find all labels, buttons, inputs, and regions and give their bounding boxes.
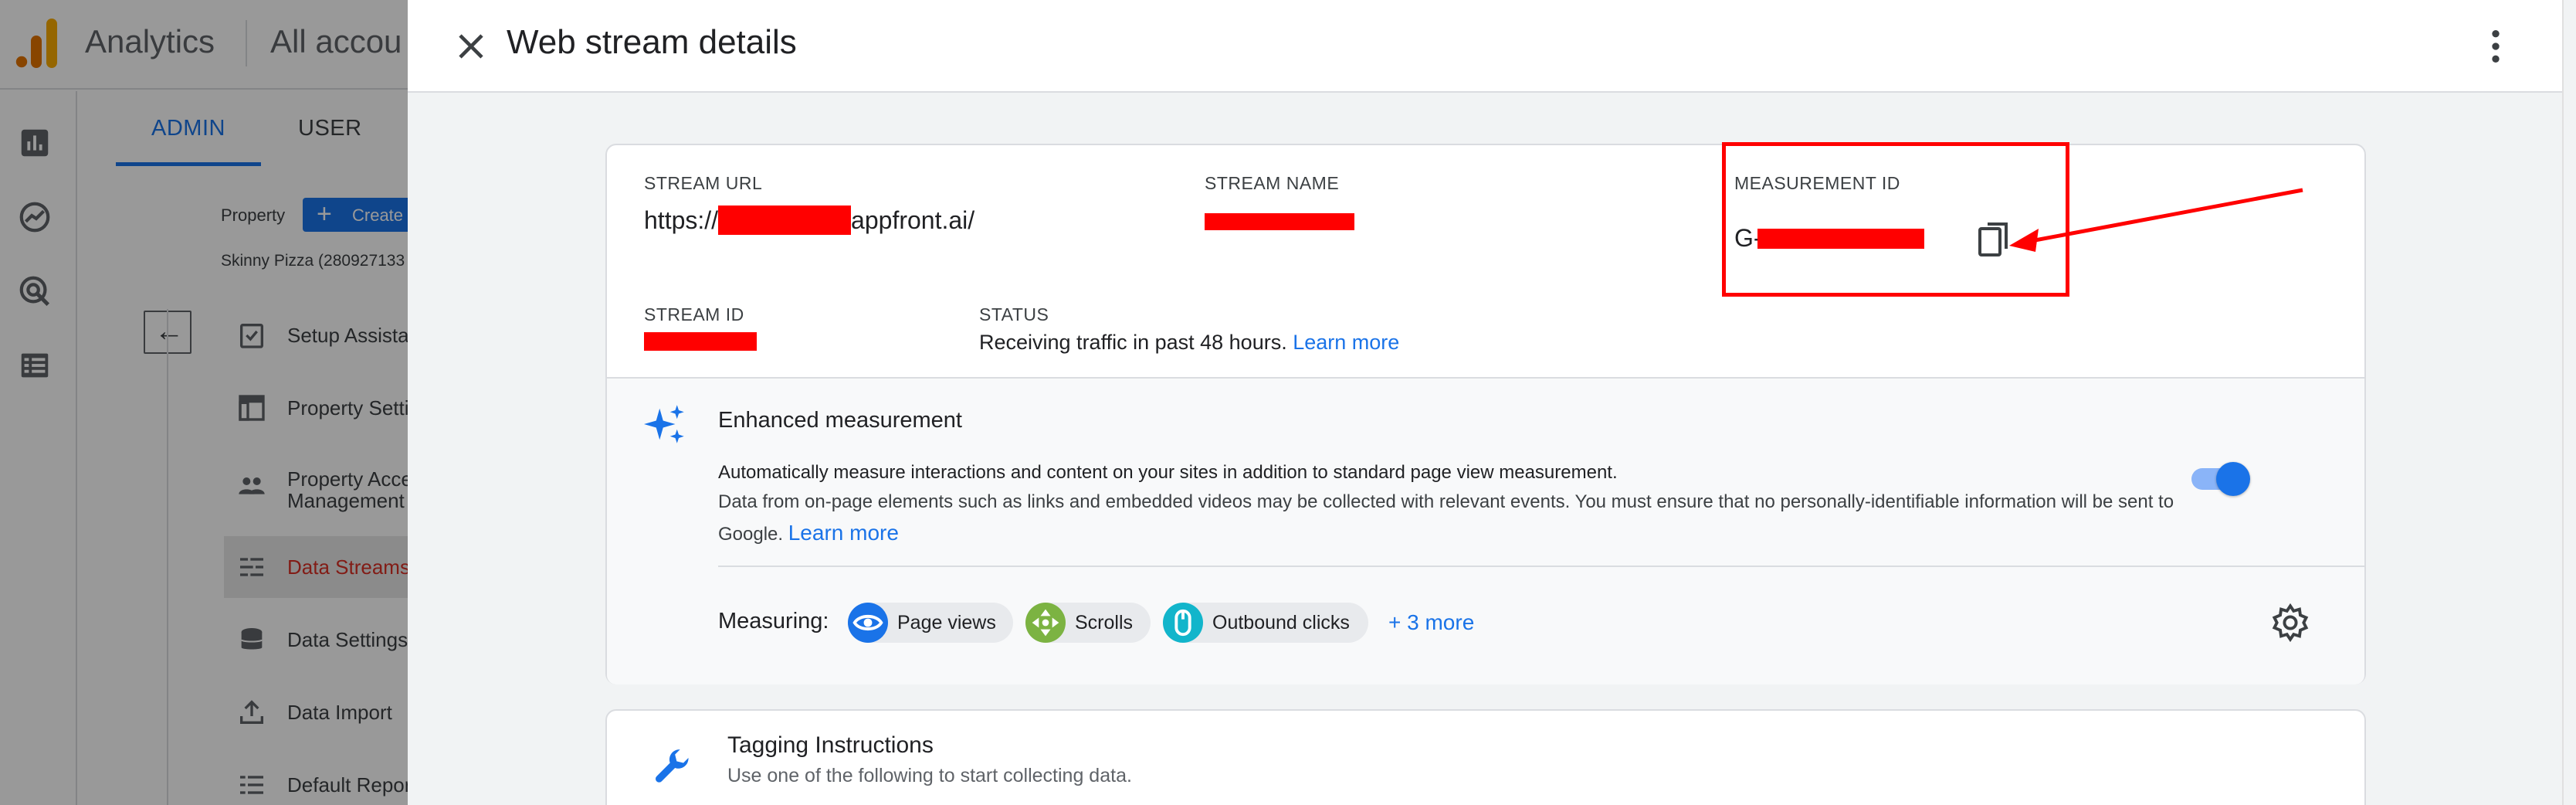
wrench-icon [655, 749, 689, 783]
scroll-icon [1025, 603, 1066, 643]
desc-line3-text: Google. [718, 524, 784, 545]
stream-id-redaction [644, 332, 757, 351]
status-value: Receiving traffic in past 48 hours. Lear… [979, 331, 1399, 355]
close-icon[interactable] [449, 25, 493, 68]
drawer-scroll-edge [2562, 0, 2576, 805]
toggle-knob [2216, 462, 2250, 496]
stream-url-suffix: appfront.ai/ [851, 206, 975, 234]
stream-url-prefix: https:// [644, 206, 719, 234]
stream-url-value: https:// appfront.ai/ [644, 205, 974, 235]
stream-id-label: STREAM ID [644, 304, 744, 324]
enhanced-measurement-toggle[interactable] [2191, 457, 2250, 501]
more-vert-icon[interactable] [2474, 25, 2517, 68]
stream-name-label: STREAM NAME [1205, 173, 1340, 193]
chip-page-views[interactable]: Page views [848, 603, 1013, 643]
drawer-header: Web stream details [408, 0, 2576, 93]
chip-scrolls[interactable]: Scrolls [1025, 603, 1151, 643]
tagging-instructions-card[interactable]: Tagging Instructions Use one of the foll… [605, 709, 2366, 805]
divider [607, 377, 2364, 379]
redaction-block [718, 205, 852, 235]
chip-label: Scrolls [1075, 612, 1134, 633]
status-learn-more-link[interactable]: Learn more [1293, 331, 1399, 354]
gear-icon[interactable] [2270, 603, 2310, 643]
drawer-title: Web stream details [507, 23, 797, 61]
annotation-arrow [2009, 188, 2303, 252]
chip-label: Outbound clicks [1212, 612, 1350, 633]
enhanced-measurement-desc-line3: Google. Learn more [718, 521, 899, 545]
mouse-icon [1163, 603, 1203, 643]
measuring-divider [718, 566, 2366, 567]
tagging-subtitle: Use one of the following to start collec… [727, 765, 1132, 786]
stream-name-redaction [1205, 213, 1354, 230]
stream-url-label: STREAM URL [644, 173, 763, 193]
more-measurements-link[interactable]: + 3 more [1388, 610, 1474, 635]
status-label: STATUS [979, 304, 1049, 324]
enhanced-measurement-desc-line2: Data from on-page elements such as links… [718, 491, 2174, 512]
measuring-label: Measuring: [718, 609, 829, 633]
enhanced-measurement-title: Enhanced measurement [718, 408, 962, 433]
chip-label: Page views [897, 612, 996, 633]
enhanced-learn-more-link[interactable]: Learn more [788, 521, 899, 545]
status-text: Receiving traffic in past 48 hours. [979, 331, 1287, 354]
web-stream-details-drawer: Web stream details STREAM URL https:// ap… [408, 0, 2576, 805]
eye-icon [848, 603, 888, 643]
enhanced-measurement-desc: Automatically measure interactions and c… [718, 462, 1618, 483]
chip-outbound-clicks[interactable]: Outbound clicks [1163, 603, 1368, 643]
sparkle-icon [644, 405, 684, 443]
tagging-title: Tagging Instructions [727, 732, 934, 758]
